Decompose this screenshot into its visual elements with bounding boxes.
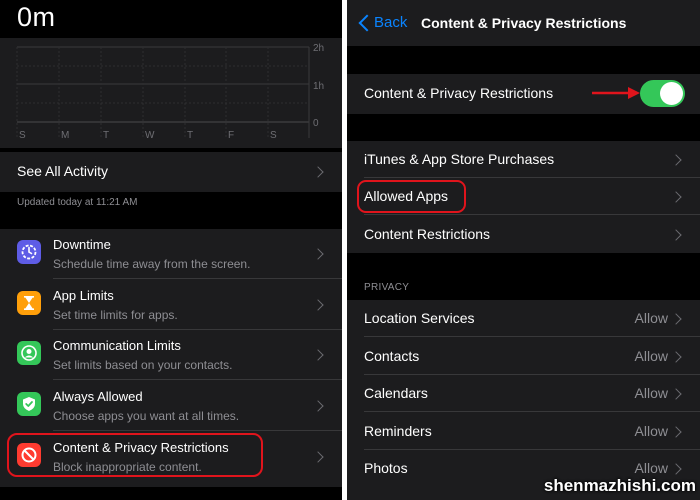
row-label: iTunes & App Store Purchases bbox=[364, 151, 555, 167]
screen-time-panel: 0m 2h 1h 0 S M T W T F S See All Activit… bbox=[0, 0, 342, 500]
list-item-title: Communication Limits bbox=[53, 338, 181, 353]
red-highlight-box bbox=[7, 433, 263, 477]
row-label: Location Services bbox=[364, 310, 475, 326]
chevron-right-icon bbox=[312, 451, 324, 463]
day-label: W bbox=[145, 130, 155, 141]
red-highlight-box bbox=[357, 180, 466, 213]
chevron-right-icon bbox=[312, 299, 324, 311]
row-value: Allow bbox=[634, 460, 668, 476]
chevron-right-icon bbox=[670, 463, 682, 475]
chevron-right-icon bbox=[670, 426, 682, 438]
chevron-right-icon bbox=[670, 229, 682, 241]
chevron-right-icon bbox=[670, 313, 682, 325]
row-divider bbox=[364, 336, 700, 337]
row-calendars[interactable]: Calendars Allow bbox=[347, 375, 700, 412]
downtime-icon bbox=[17, 240, 41, 264]
chevron-right-icon bbox=[312, 248, 324, 260]
row-label: Calendars bbox=[364, 385, 428, 401]
row-value: Allow bbox=[634, 348, 668, 364]
row-content-restrictions[interactable]: Content Restrictions bbox=[347, 216, 700, 253]
row-label: Reminders bbox=[364, 423, 432, 439]
list-item-title: Downtime bbox=[53, 237, 111, 252]
row-label: Content Restrictions bbox=[364, 226, 491, 242]
row-divider bbox=[53, 278, 342, 279]
list-item-downtime[interactable]: Downtime Schedule time away from the scr… bbox=[0, 229, 342, 279]
row-divider bbox=[53, 379, 342, 380]
back-button[interactable]: Back bbox=[374, 14, 407, 31]
day-label: T bbox=[187, 130, 193, 141]
person-circle-icon bbox=[17, 341, 41, 365]
see-all-activity-label: See All Activity bbox=[17, 163, 109, 179]
list-item-always-allowed[interactable]: Always Allowed Choose apps you want at a… bbox=[0, 381, 342, 431]
list-item-subtitle: Set limits based on your contacts. bbox=[53, 358, 233, 372]
row-divider bbox=[364, 411, 700, 412]
row-divider bbox=[364, 214, 700, 215]
screen-time-total: 0m bbox=[17, 2, 56, 32]
day-label: S bbox=[270, 130, 277, 141]
chevron-right-icon bbox=[670, 191, 682, 203]
day-label: S bbox=[19, 130, 26, 141]
navigation-bar: Back Content & Privacy Restrictions bbox=[347, 0, 700, 46]
chevron-right-icon bbox=[312, 166, 324, 178]
red-arrow-icon bbox=[592, 87, 640, 99]
row-value: Allow bbox=[634, 423, 668, 439]
chevron-right-icon bbox=[670, 154, 682, 166]
chevron-right-icon bbox=[670, 388, 682, 400]
row-itunes-app-store-purchases[interactable]: iTunes & App Store Purchases bbox=[347, 141, 700, 178]
list-item-subtitle: Schedule time away from the screen. bbox=[53, 257, 251, 271]
row-reminders[interactable]: Reminders Allow bbox=[347, 413, 700, 450]
toggle-label: Content & Privacy Restrictions bbox=[364, 85, 554, 101]
y-tick-label: 0 bbox=[313, 118, 319, 129]
privacy-group: Location Services Allow Contacts Allow C… bbox=[347, 300, 700, 500]
y-tick-label: 1h bbox=[313, 81, 324, 92]
see-all-activity-row[interactable]: See All Activity bbox=[0, 152, 342, 192]
day-label: T bbox=[103, 130, 109, 141]
page-title: Content & Privacy Restrictions bbox=[421, 15, 627, 31]
list-item-title: App Limits bbox=[53, 288, 114, 303]
list-item-subtitle: Choose apps you want at all times. bbox=[53, 409, 240, 423]
content-privacy-panel: Back Content & Privacy Restrictions Cont… bbox=[347, 0, 700, 500]
watermark: shenmazhishi.com bbox=[543, 476, 696, 495]
row-value: Allow bbox=[634, 385, 668, 401]
updated-timestamp: Updated today at 11:21 AM bbox=[17, 197, 138, 208]
row-label: Photos bbox=[364, 460, 408, 476]
day-label: M bbox=[61, 130, 69, 141]
back-chevron-icon[interactable] bbox=[358, 14, 376, 32]
privacy-section-header: PRIVACY bbox=[364, 282, 410, 293]
checkmark-shield-icon bbox=[17, 392, 41, 416]
hourglass-icon bbox=[17, 291, 41, 315]
row-label: Contacts bbox=[364, 348, 420, 364]
usage-chart-svg: 2h 1h 0 S M T W T F S bbox=[16, 43, 324, 141]
toggle-knob bbox=[660, 82, 683, 105]
usage-chart: 2h 1h 0 S M T W T F S bbox=[0, 38, 342, 148]
chevron-right-icon bbox=[312, 349, 324, 361]
row-contacts[interactable]: Contacts Allow bbox=[347, 338, 700, 375]
list-item-title: Always Allowed bbox=[53, 389, 143, 404]
y-tick-label: 2h bbox=[313, 43, 324, 54]
day-label: F bbox=[228, 130, 234, 141]
list-item-subtitle: Set time limits for apps. bbox=[53, 308, 178, 322]
list-item-communication-limits[interactable]: Communication Limits Set limits based on… bbox=[0, 330, 342, 380]
row-location-services[interactable]: Location Services Allow bbox=[347, 300, 700, 337]
content-privacy-toggle[interactable] bbox=[640, 80, 685, 107]
row-value: Allow bbox=[634, 310, 668, 326]
row-divider bbox=[53, 430, 342, 431]
chevron-right-icon bbox=[670, 351, 682, 363]
chevron-right-icon bbox=[312, 400, 324, 412]
list-item-app-limits[interactable]: App Limits Set time limits for apps. bbox=[0, 280, 342, 330]
